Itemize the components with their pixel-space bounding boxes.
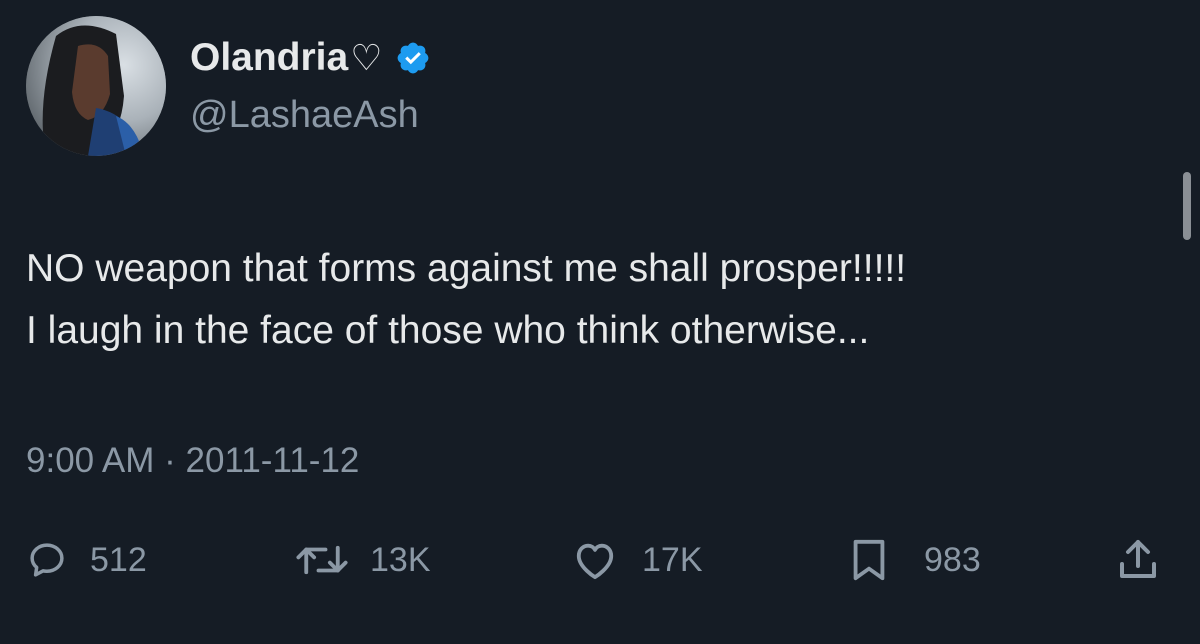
reply-button[interactable]: 512 [26,530,147,590]
scrollbar[interactable] [1183,172,1191,240]
heart-emoji: ♡ [350,37,383,78]
share-icon [1120,540,1156,578]
retweet-count: 13K [370,540,431,579]
retweet-button[interactable]: 13K [292,530,431,590]
retweet-icon [296,545,348,575]
user-handle[interactable]: @LashaeAsh [190,94,419,137]
tweet-timestamp[interactable]: 9:00 AM · 2011-11-12 [26,441,359,481]
share-button[interactable] [1112,530,1164,590]
bookmark-icon [853,539,885,581]
like-button[interactable]: 17K [572,530,703,590]
heart-icon [576,543,614,580]
meta-separator: · [164,441,176,480]
tweet-text: NO weapon that forms against me shall pr… [26,247,907,352]
tweet-date: 2011-11-12 [185,441,360,480]
bookmark-button[interactable]: 983 [848,530,981,590]
reply-count: 512 [90,540,147,579]
avatar[interactable] [26,16,166,156]
bookmark-count: 983 [924,540,981,579]
reply-icon [30,543,64,577]
tweet-time: 9:00 AM [26,441,155,480]
display-name-text: Olandria [190,36,349,79]
tweet-card: Olandria ♡ @LashaeAsh NO weapon that form… [0,0,1200,644]
display-name[interactable]: Olandria ♡ [190,36,431,80]
like-count: 17K [642,540,703,579]
action-bar: 512 13K 17K 983 [0,530,1200,590]
verified-badge-icon [397,42,428,74]
